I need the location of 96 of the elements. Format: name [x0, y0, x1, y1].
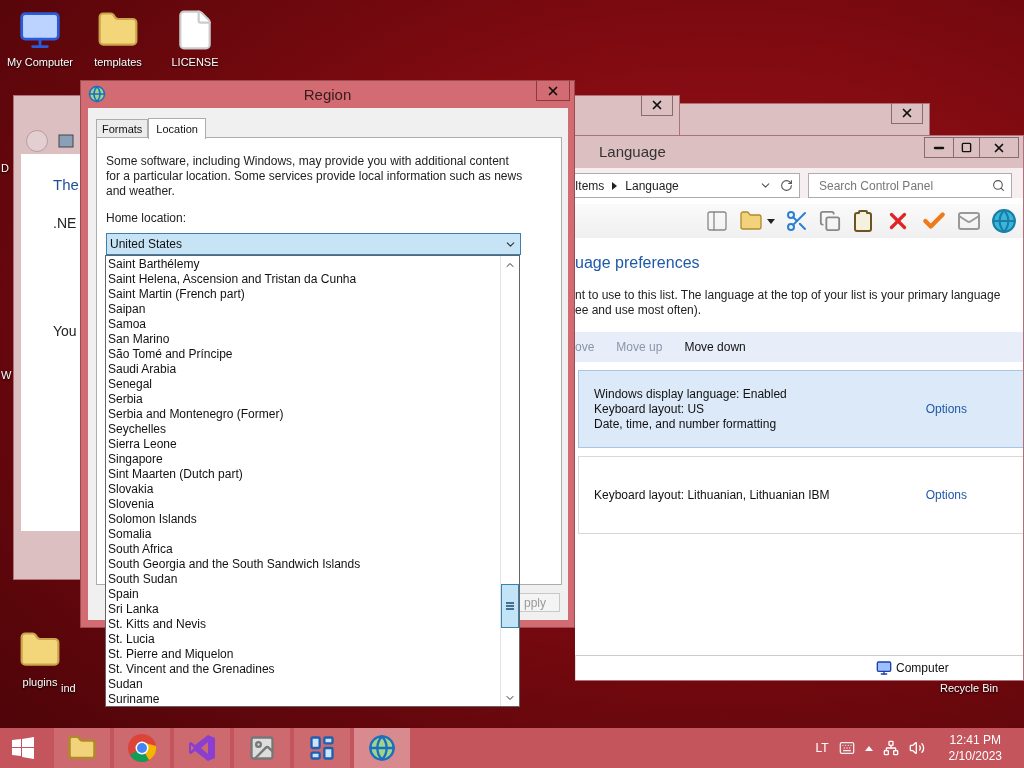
desktop-icon-label[interactable]: ind	[61, 682, 76, 694]
search-icon	[992, 179, 1005, 192]
dropdown-option[interactable]: St. Kitts and Nevis	[108, 617, 499, 632]
content-text: The	[53, 176, 79, 193]
globe-icon[interactable]	[991, 208, 1017, 234]
field-label: Home location:	[106, 211, 188, 225]
maximize-icon[interactable]	[961, 142, 972, 153]
panel-icon[interactable]	[705, 209, 729, 233]
image-viewer-icon[interactable]	[248, 734, 276, 762]
taskbar-button[interactable]	[294, 728, 350, 768]
language-row[interactable]: Windows display language: Enabled Keyboard layout: US Date, time, and number formatting Options	[578, 370, 1023, 448]
dropdown-option[interactable]: Saudi Arabia	[108, 362, 499, 377]
language-row[interactable]: Keyboard layout: Lithuanian, Lithuanian IBM Options	[578, 456, 1023, 534]
description-text: nt to use to this list. The language at the top of your list is your primary language	[575, 288, 1002, 303]
options-link[interactable]: Options	[925, 402, 967, 416]
options-link[interactable]: Options	[925, 488, 967, 502]
window-title: Language	[599, 143, 666, 160]
desktop-icon-label[interactable]: LICENSE	[171, 56, 219, 68]
dropdown-option[interactable]: Slovakia	[108, 482, 499, 497]
breadcrumb-item[interactable]: Items	[575, 178, 605, 193]
copy-icon[interactable]	[819, 210, 841, 232]
desktop-icon-label[interactable]: W	[1, 369, 12, 381]
scissors-icon[interactable]	[785, 209, 809, 233]
dropdown-option[interactable]: San Marino	[108, 332, 499, 347]
control-panel-icon[interactable]	[308, 734, 336, 762]
search-field[interactable]: Search Control Panel	[808, 173, 1012, 198]
address-bar[interactable]: Items Language	[575, 173, 800, 198]
taskbar-button[interactable]	[54, 728, 110, 768]
page-heading: uage preferences	[575, 254, 701, 272]
desktop-icon-label[interactable]: D	[1, 162, 9, 174]
desktop-icon-label[interactable]: Recycle Bin	[940, 682, 999, 694]
language-details: Keyboard layout: Lithuanian, Lithuanian IBM	[594, 487, 830, 503]
dropdown-option[interactable]: Sri Lanka	[108, 602, 499, 617]
content-text: .NE	[53, 215, 77, 231]
dropdown-option[interactable]: Saint Martin (French part)	[108, 287, 499, 302]
network-icon[interactable]	[882, 740, 899, 756]
taskbar-button[interactable]	[234, 728, 290, 768]
dropdown-option[interactable]: Senegal	[108, 377, 499, 392]
clipboard-icon[interactable]	[851, 209, 875, 233]
dropdown-option[interactable]: St. Lucia	[108, 632, 499, 647]
dropdown-option[interactable]: Somalia	[108, 527, 499, 542]
dropdown-option[interactable]: Serbia	[108, 392, 499, 407]
dropdown-option[interactable]: Saipan	[108, 302, 499, 317]
dropdown-option[interactable]: Solomon Islands	[108, 512, 499, 527]
desktop-icon-label[interactable]: templates	[94, 56, 142, 68]
app-icon	[58, 133, 74, 149]
dropdown-option[interactable]: Spain	[108, 587, 499, 602]
dropdown-option[interactable]: Singapore	[108, 452, 499, 467]
status-text: Computer	[896, 661, 949, 675]
dropdown-option[interactable]: Saint Helena, Ascension and Tristan da Cunha	[108, 272, 499, 287]
chrome-icon[interactable]	[127, 733, 157, 763]
computer-icon	[876, 660, 892, 676]
taskbar-button[interactable]	[114, 728, 170, 768]
caret-up-icon[interactable]	[864, 745, 873, 751]
dropdown-option[interactable]: Serbia and Montenegro (Former)	[108, 407, 499, 422]
dropdown-option[interactable]: Sierra Leone	[108, 437, 499, 452]
desktop-icon-label[interactable]: My Computer	[7, 56, 73, 68]
tab[interactable]: Formats	[96, 119, 149, 138]
dropdown-option[interactable]: St. Vincent and the Grenadines	[108, 662, 499, 677]
clock-date[interactable]: 2/10/2023	[948, 749, 1002, 763]
desktop-icon-label[interactable]: plugins	[22, 676, 58, 688]
dropdown-option[interactable]: Slovenia	[108, 497, 499, 512]
breadcrumb-item[interactable]: Language	[625, 178, 679, 193]
clock-time[interactable]: 12:41 PM	[949, 733, 1001, 747]
dropdown-option[interactable]: Sudan	[108, 677, 499, 692]
description-text: ee and use most often).	[575, 303, 703, 318]
dropdown-option[interactable]: Suriname	[108, 692, 499, 707]
caret-icon[interactable]	[767, 218, 775, 224]
windows-logo-icon[interactable]	[12, 737, 34, 759]
description-text: Some software, including Windows, may provide you with additional content for a particular location. Some services provide local information such as news and weather.	[106, 154, 524, 199]
dropdown-option[interactable]: Sint Maarten (Dutch part)	[108, 467, 499, 482]
close-icon[interactable]	[650, 98, 664, 112]
dropdown-option[interactable]: South Georgia and the South Sandwich Islands	[108, 557, 499, 572]
dropdown-option[interactable]: St. Pierre and Miquelon	[108, 647, 499, 662]
dialog-title: Region	[302, 86, 353, 103]
taskbar-button[interactable]	[354, 728, 410, 768]
close-icon[interactable]	[900, 106, 914, 120]
dropdown-option[interactable]: South Sudan	[108, 572, 499, 587]
mail-icon[interactable]	[957, 209, 981, 233]
language-details: Windows display language: Enabled Keyboard layout: US Date, time, and number formatting	[594, 386, 787, 432]
refresh-icon[interactable]	[780, 179, 793, 192]
dropdown-option[interactable]: Samoa	[108, 317, 499, 332]
dropdown-option[interactable]: Saint Barthélemy	[108, 257, 499, 272]
home-location-dropdown[interactable]: United States	[106, 233, 521, 255]
dropdown-option[interactable]: Seychelles	[108, 422, 499, 437]
volume-icon[interactable]	[908, 740, 925, 756]
radio-icon	[26, 130, 48, 152]
dropdown-option[interactable]: South Africa	[108, 542, 499, 557]
content-text: You	[53, 323, 77, 339]
action-link[interactable]: Move down	[684, 340, 746, 354]
scrollbar-thumb[interactable]	[501, 584, 519, 628]
keyboard-icon[interactable]	[838, 740, 855, 756]
breadcrumb-arrow-icon	[612, 181, 618, 190]
dropdown-option[interactable]: São Tomé and Príncipe	[108, 347, 499, 362]
input-language[interactable]: LT	[815, 741, 829, 755]
tab[interactable]: Location	[148, 118, 206, 139]
